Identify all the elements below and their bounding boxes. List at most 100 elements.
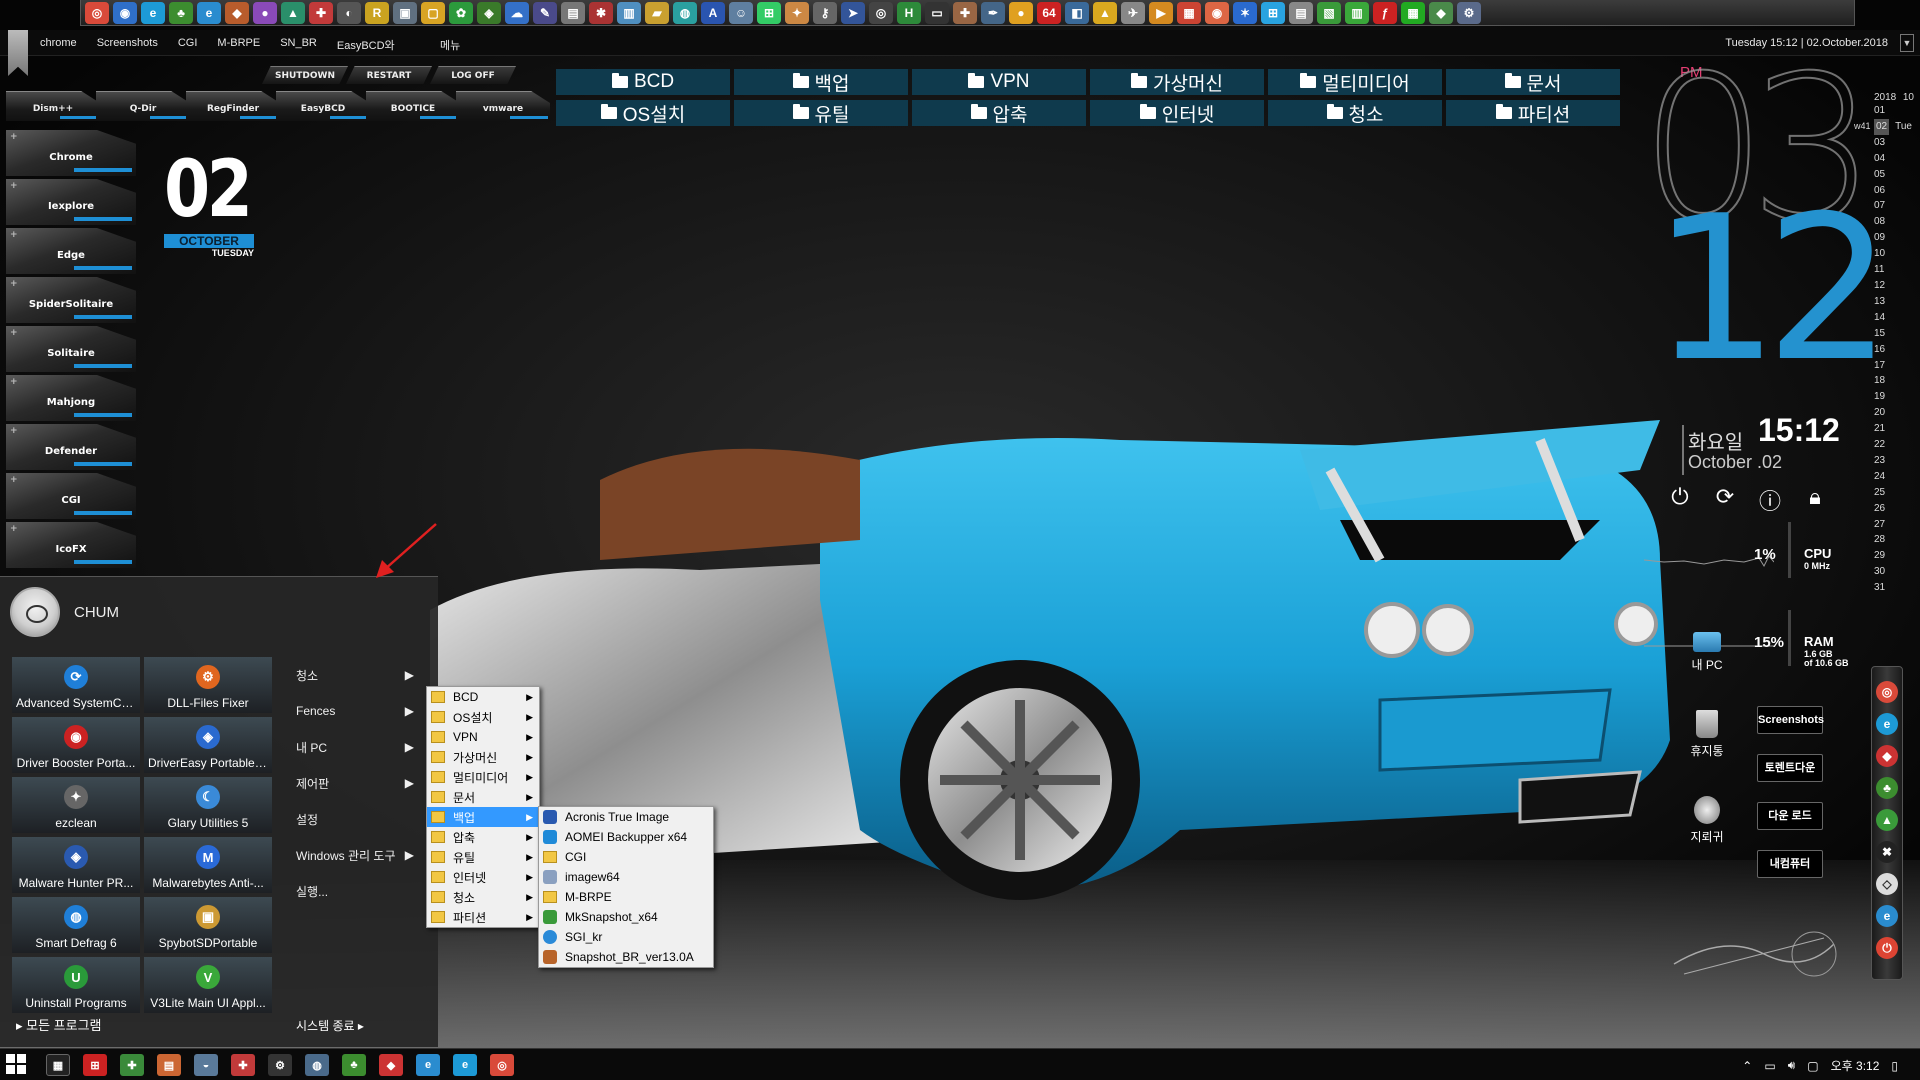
note-icon[interactable]: ▥ (617, 2, 641, 24)
fence-bcd[interactable]: BCD (556, 69, 730, 95)
top-link[interactable]: SN_BR (280, 37, 317, 53)
chrome-icon[interactable]: ◎ (85, 2, 109, 24)
users-icon[interactable]: ☺ (729, 2, 753, 24)
chevron-down-icon[interactable]: ▼ (1900, 34, 1914, 52)
photo-icon[interactable]: ▧ (1317, 2, 1341, 24)
fence-link-mycomputer[interactable]: 내컴퓨터 (1757, 850, 1823, 878)
submenu-item-bcd[interactable]: BCD ▶ (427, 687, 539, 707)
cloud-icon[interactable]: ☁ (505, 2, 529, 24)
bird-icon[interactable]: ✈ (1121, 2, 1145, 24)
gear-icon[interactable]: ⚙ (1457, 2, 1481, 24)
menu-link[interactable]: 메뉴 (440, 37, 460, 53)
fence-vm[interactable]: 가상머신 (1090, 69, 1264, 95)
top-link[interactable]: CGI (178, 37, 198, 53)
pen-icon[interactable]: ✒ (981, 2, 1005, 24)
all-programs-button[interactable]: ▸ 모든 프로그램 (16, 1015, 102, 1034)
star-icon[interactable]: ✶ (1233, 2, 1257, 24)
restart-icon[interactable]: ⟳ (1712, 484, 1738, 510)
tile-drivereasy[interactable]: ◈ DriverEasy Portable ... (144, 717, 272, 773)
r-icon[interactable]: R (365, 2, 389, 24)
logoff-button[interactable]: LOG OFF (430, 66, 516, 84)
globe-icon[interactable]: ◉ (113, 2, 137, 24)
chrome-icon[interactable]: ◎ (1876, 681, 1898, 703)
ie-icon[interactable]: e (141, 2, 165, 24)
ime-icon[interactable]: ▢ (1807, 1059, 1818, 1073)
network-tray-icon[interactable]: ▭ (1764, 1059, 1775, 1073)
app-cgi[interactable]: CGI (539, 847, 713, 867)
start-item-admin-tools[interactable]: Windows 관리 도구 ▶ (284, 837, 426, 873)
windows-flag-icon[interactable]: ⊞ (83, 1054, 107, 1076)
fence-utils[interactable]: 유틸 (734, 100, 908, 126)
tile-spybot[interactable]: ▣ SpybotSDPortable (144, 897, 272, 953)
tile-v3lite[interactable]: V V3Lite Main UI Appl... (144, 957, 272, 1013)
fence-link-torrent[interactable]: 토렌트다운 (1757, 754, 1823, 782)
puzzle-icon[interactable]: ✚ (231, 1054, 255, 1076)
volume-icon[interactable]: 🔊︎ (1788, 1058, 1796, 1073)
start-item-control-panel[interactable]: 제어판 ▶ (284, 765, 426, 801)
image-icon[interactable]: ▤ (157, 1054, 181, 1076)
left-app-cgi[interactable]: CGI (6, 473, 136, 519)
fence-internet[interactable]: 인터넷 (1090, 100, 1264, 126)
clover-icon[interactable]: ♣ (169, 2, 193, 24)
submenu-item-vm[interactable]: 가상머신 ▶ (427, 747, 539, 767)
tile-malware-hunter[interactable]: ◈ Malware Hunter PR... (12, 837, 140, 893)
submenu-item-os-install[interactable]: OS설치 ▶ (427, 707, 539, 727)
desktop-icon-minesweeper[interactable]: 지뢰귀 (1672, 796, 1742, 845)
launch-regfinder-button[interactable]: RegFinder (186, 91, 280, 121)
gear-icon[interactable]: ⚙ (268, 1054, 292, 1076)
puzzle-icon[interactable]: ✚ (309, 2, 333, 24)
start-item-run[interactable]: 실행... (284, 873, 426, 909)
square-icon[interactable]: ▢ (421, 2, 445, 24)
tile-ezclean[interactable]: ✦ ezclean (12, 777, 140, 833)
disc-icon[interactable]: ● (253, 2, 277, 24)
restart-button[interactable]: RESTART (346, 66, 432, 84)
shield-icon[interactable]: ◈ (477, 2, 501, 24)
edge-icon[interactable]: e (197, 2, 221, 24)
tray-clock[interactable]: 오후 3:12 (1831, 1057, 1880, 1074)
tile-malwarebytes[interactable]: M Malwarebytes Anti-... (144, 837, 272, 893)
avatar[interactable] (10, 587, 60, 637)
tile-uninstall-programs[interactable]: U Uninstall Programs (12, 957, 140, 1013)
submenu-item-documents[interactable]: 문서 ▶ (427, 787, 539, 807)
left-app-solitaire[interactable]: Solitaire (6, 326, 136, 372)
folder-icon[interactable]: ▰ (645, 2, 669, 24)
power-app-icon[interactable]: ⏻ (1876, 937, 1898, 959)
app-mksnapshot[interactable]: MkSnapshot_x64 (539, 907, 713, 927)
start-item-mypc[interactable]: 내 PC ▶ (284, 729, 426, 765)
submenu-item-utils[interactable]: 유틸 ▶ (427, 847, 539, 867)
ie-icon[interactable]: e (453, 1054, 477, 1076)
paint-icon[interactable]: ✦ (785, 2, 809, 24)
media-icon[interactable]: ◎ (869, 2, 893, 24)
notification-icon[interactable]: ▯ (1891, 1059, 1898, 1073)
submenu-item-backup[interactable]: 백업 ▶ (427, 807, 539, 827)
network-icon[interactable]: ◍ (305, 1054, 329, 1076)
submenu-item-internet[interactable]: 인터넷 ▶ (427, 867, 539, 887)
left-app-edge[interactable]: Edge (6, 228, 136, 274)
chrome-icon[interactable]: ◎ (490, 1054, 514, 1076)
desktop-icon-recycle[interactable]: 휴지통 (1672, 710, 1742, 759)
windows-2-icon[interactable]: ⊞ (1261, 2, 1285, 24)
app-mbrpe[interactable]: M-BRPE (539, 887, 713, 907)
cube-icon[interactable]: ▣ (393, 2, 417, 24)
doc-icon[interactable]: ▤ (561, 2, 585, 24)
h-icon[interactable]: H (897, 2, 921, 24)
image-icon[interactable]: ▦ (1177, 2, 1201, 24)
left-app-mahjong[interactable]: Mahjong (6, 375, 136, 421)
play-icon[interactable]: ▶ (1149, 2, 1173, 24)
fence-link-screenshots[interactable]: Screenshots (1757, 706, 1824, 734)
network-icon[interactable]: ◍ (673, 2, 697, 24)
camera-icon[interactable]: ◉ (1205, 2, 1229, 24)
submenu-item-multimedia[interactable]: 멀티미디어 ▶ (427, 767, 539, 787)
key-icon[interactable]: ⚷ (813, 2, 837, 24)
tile-dll-files-fixer[interactable]: ⚙ DLL-Files Fixer (144, 657, 272, 713)
tile-smart-defrag[interactable]: ◍ Smart Defrag 6 (12, 897, 140, 953)
app-imagew64[interactable]: imagew64 (539, 867, 713, 887)
submenu-item-compress[interactable]: 압축 ▶ (427, 827, 539, 847)
left-app-defender[interactable]: Defender (6, 424, 136, 470)
user-header[interactable]: CHUM (10, 587, 119, 637)
start-item-settings[interactable]: 설정 (284, 801, 426, 837)
left-app-chrome[interactable]: Chrome (6, 130, 136, 176)
grid-icon[interactable]: ▦ (1401, 2, 1425, 24)
launch-bootice-button[interactable]: BOOTICE (366, 91, 460, 121)
top-link[interactable]: Screenshots (97, 37, 158, 53)
